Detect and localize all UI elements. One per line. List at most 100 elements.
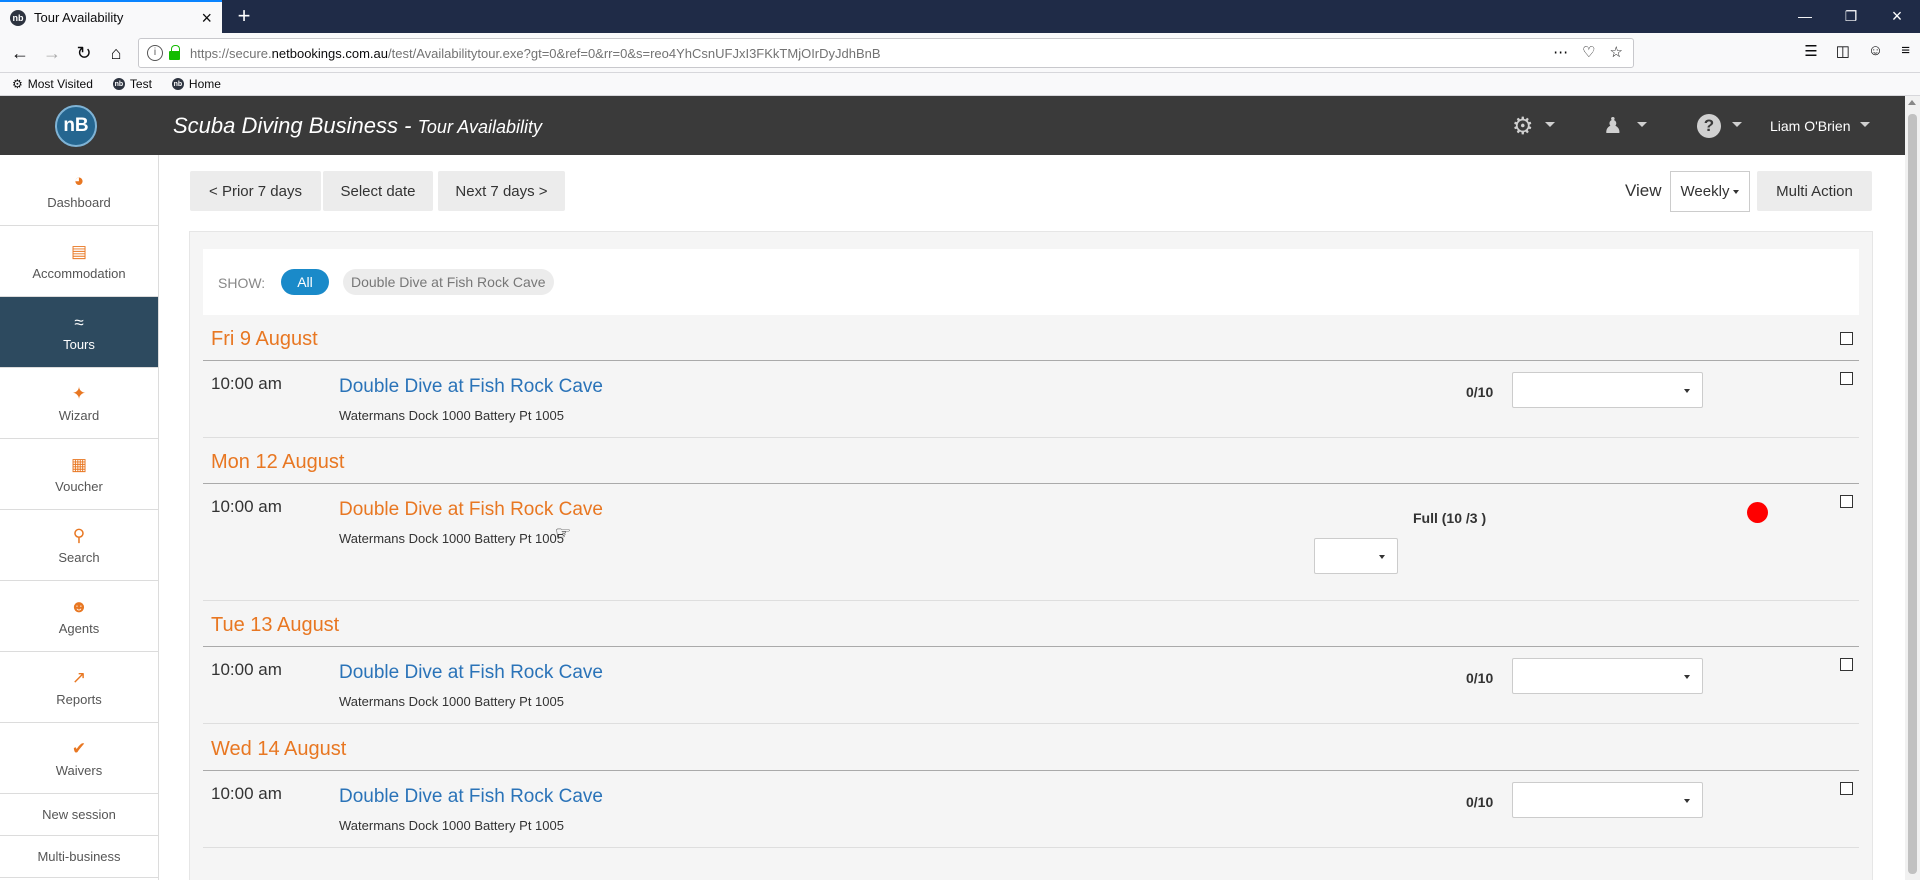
chevron-down-icon [1684, 389, 1690, 393]
tour-name-link[interactable]: Double Dive at Fish Rock Cave [339, 499, 603, 521]
select-date-button[interactable]: Select date [323, 171, 433, 211]
next-7-days-button[interactable]: Next 7 days > [438, 171, 565, 211]
tour-select-checkbox[interactable] [1840, 782, 1853, 795]
tour-capacity: 0/10 [1466, 794, 1494, 810]
day-select-checkbox[interactable] [1840, 332, 1853, 345]
menu-icon[interactable]: ≡ [1901, 42, 1910, 60]
sidebar-link-multi-business[interactable]: Multi-business [0, 836, 158, 878]
app-header: nB Scuba Diving Business - Tour Availabi… [0, 96, 1905, 155]
tab-title: Tour Availability [34, 10, 124, 25]
page-scrollbar[interactable] [1905, 96, 1920, 880]
user-menu[interactable]: Liam O'Brien [1770, 118, 1850, 134]
pocket-icon[interactable]: ♡ [1582, 43, 1595, 61]
favicon-icon: nb [171, 78, 184, 90]
bookmark-most-visited[interactable]: ⚙ Most Visited [12, 77, 93, 91]
tour-row: 10:00 am Double Dive at Fish Rock Cave W… [203, 362, 1859, 438]
sidebar-item-reports[interactable]: ↗ Reports [0, 652, 158, 723]
bed-icon: ▤ [70, 242, 88, 261]
tour-select-checkbox[interactable] [1840, 495, 1853, 508]
sidebar-item-waivers[interactable]: ✔ Waivers [0, 723, 158, 794]
chevron-down-icon [1732, 122, 1742, 127]
tour-select-checkbox[interactable] [1840, 658, 1853, 671]
home-icon[interactable]: ⌂ [102, 39, 130, 67]
sidebar-item-voucher[interactable]: ▦ Voucher [0, 439, 158, 510]
swimmer-icon: ≈ [74, 313, 84, 332]
filter-all-pill[interactable]: All [281, 269, 329, 295]
filter-tour-pill[interactable]: Double Dive at Fish Rock Cave [343, 269, 554, 295]
diver-icon[interactable]: ♟ [1603, 113, 1623, 139]
bookmark-home[interactable]: nb Home [171, 77, 221, 91]
scroll-up-icon[interactable] [1908, 100, 1916, 105]
tour-select-checkbox[interactable] [1840, 372, 1853, 385]
tour-action-select[interactable] [1314, 538, 1398, 574]
tour-location: Watermans Dock 1000 Battery Pt 1005 [339, 818, 564, 833]
favicon-icon: nb [10, 9, 26, 26]
minimize-icon[interactable]: — [1782, 0, 1828, 33]
tour-action-select[interactable] [1512, 372, 1703, 408]
bookmark-star-icon[interactable]: ☆ [1610, 43, 1623, 61]
tour-capacity: 0/10 [1466, 670, 1494, 686]
day-title: Wed 14 August [211, 738, 347, 760]
tour-name-link[interactable]: Double Dive at Fish Rock Cave [339, 786, 603, 808]
filter-bar: SHOW: All Double Dive at Fish Rock Cave [203, 249, 1859, 315]
restore-icon[interactable]: ❐ [1828, 0, 1874, 33]
sidebar-item-accommodation[interactable]: ▤ Accommodation [0, 226, 158, 297]
chevron-down-icon [1684, 675, 1690, 679]
view-label: View [1625, 181, 1662, 200]
tour-capacity: 0/10 [1466, 384, 1494, 400]
browser-tab[interactable]: nb Tour Availability × [0, 0, 222, 33]
new-tab-button[interactable]: + [232, 4, 256, 28]
sidebar-item-dashboard[interactable]: ◕ Dashboard [0, 155, 158, 226]
tour-row: 10:00 am Double Dive at Fish Rock Cave W… [203, 485, 1859, 601]
sidebar-link-new-session[interactable]: New session [0, 794, 158, 836]
view-select[interactable]: Weekly [1670, 171, 1750, 212]
chevron-down-icon [1684, 799, 1690, 803]
forward-icon[interactable]: → [38, 39, 66, 67]
url-bar[interactable]: i https://secure.netbookings.com.au/test… [138, 38, 1634, 68]
tour-row: 10:00 am Double Dive at Fish Rock Cave W… [203, 772, 1859, 848]
url-text: https://secure.netbookings.com.au/test/A… [190, 45, 881, 61]
info-icon[interactable]: i [147, 45, 163, 61]
browser-tab-bar: nb Tour Availability × + — ❐ × [0, 0, 1920, 33]
tour-name-link[interactable]: Double Dive at Fish Rock Cave [339, 376, 603, 398]
tour-action-select[interactable] [1512, 658, 1703, 694]
sidebar-item-search[interactable]: ⚲ Search [0, 510, 158, 581]
tour-time: 10:00 am [211, 374, 282, 393]
tour-name-link[interactable]: Double Dive at Fish Rock Cave [339, 662, 603, 684]
reload-icon[interactable]: ↻ [70, 39, 98, 67]
day-title: Tue 13 August [211, 614, 340, 636]
account-icon[interactable]: ☺ [1868, 42, 1883, 60]
tour-time: 10:00 am [211, 784, 282, 803]
tour-row: 10:00 am Double Dive at Fish Rock Cave W… [203, 648, 1859, 724]
day-title: Mon 12 August [211, 451, 345, 473]
page-actions-icon[interactable]: ⋯ [1553, 43, 1568, 61]
sidebar-item-agents[interactable]: ☻ Agents [0, 581, 158, 652]
tour-time: 10:00 am [211, 660, 282, 679]
close-tab-icon[interactable]: × [201, 9, 212, 27]
multi-action-button[interactable]: Multi Action [1757, 171, 1872, 211]
bookmark-test[interactable]: nb Test [112, 77, 152, 91]
day-header: Mon 12 August [203, 439, 1859, 484]
chevron-down-icon [1637, 122, 1647, 127]
browser-nav-bar: ← → ↻ ⌂ i https://secure.netbookings.com… [0, 33, 1920, 73]
library-icon[interactable]: ☰ [1804, 42, 1817, 60]
app-logo[interactable]: nB [55, 105, 97, 147]
tour-action-select[interactable] [1512, 782, 1703, 818]
gift-icon: ▦ [70, 455, 88, 474]
main-content: < Prior 7 days Select date Next 7 days >… [159, 155, 1905, 880]
sidebar-icon[interactable]: ◫ [1836, 42, 1850, 60]
settings-gear-icon[interactable]: ⚙ [1512, 112, 1534, 141]
help-icon[interactable]: ? [1697, 114, 1721, 138]
prior-7-days-button[interactable]: < Prior 7 days [190, 171, 321, 211]
scroll-thumb[interactable] [1908, 114, 1917, 874]
window-close-icon[interactable]: × [1874, 0, 1920, 33]
gauge-icon: ◕ [73, 171, 85, 190]
sidebar-item-tours[interactable]: ≈ Tours [0, 297, 158, 368]
sidebar-item-wizard[interactable]: ✦ Wizard [0, 368, 158, 439]
full-status-indicator [1747, 502, 1768, 523]
tour-capacity: Full (10 /3 ) [1413, 510, 1487, 526]
back-icon[interactable]: ← [6, 39, 34, 67]
day-title: Fri 9 August [211, 328, 318, 350]
bookmarks-bar: ⚙ Most Visited nb Test nb Home [0, 73, 1920, 96]
tour-time: 10:00 am [211, 497, 282, 516]
